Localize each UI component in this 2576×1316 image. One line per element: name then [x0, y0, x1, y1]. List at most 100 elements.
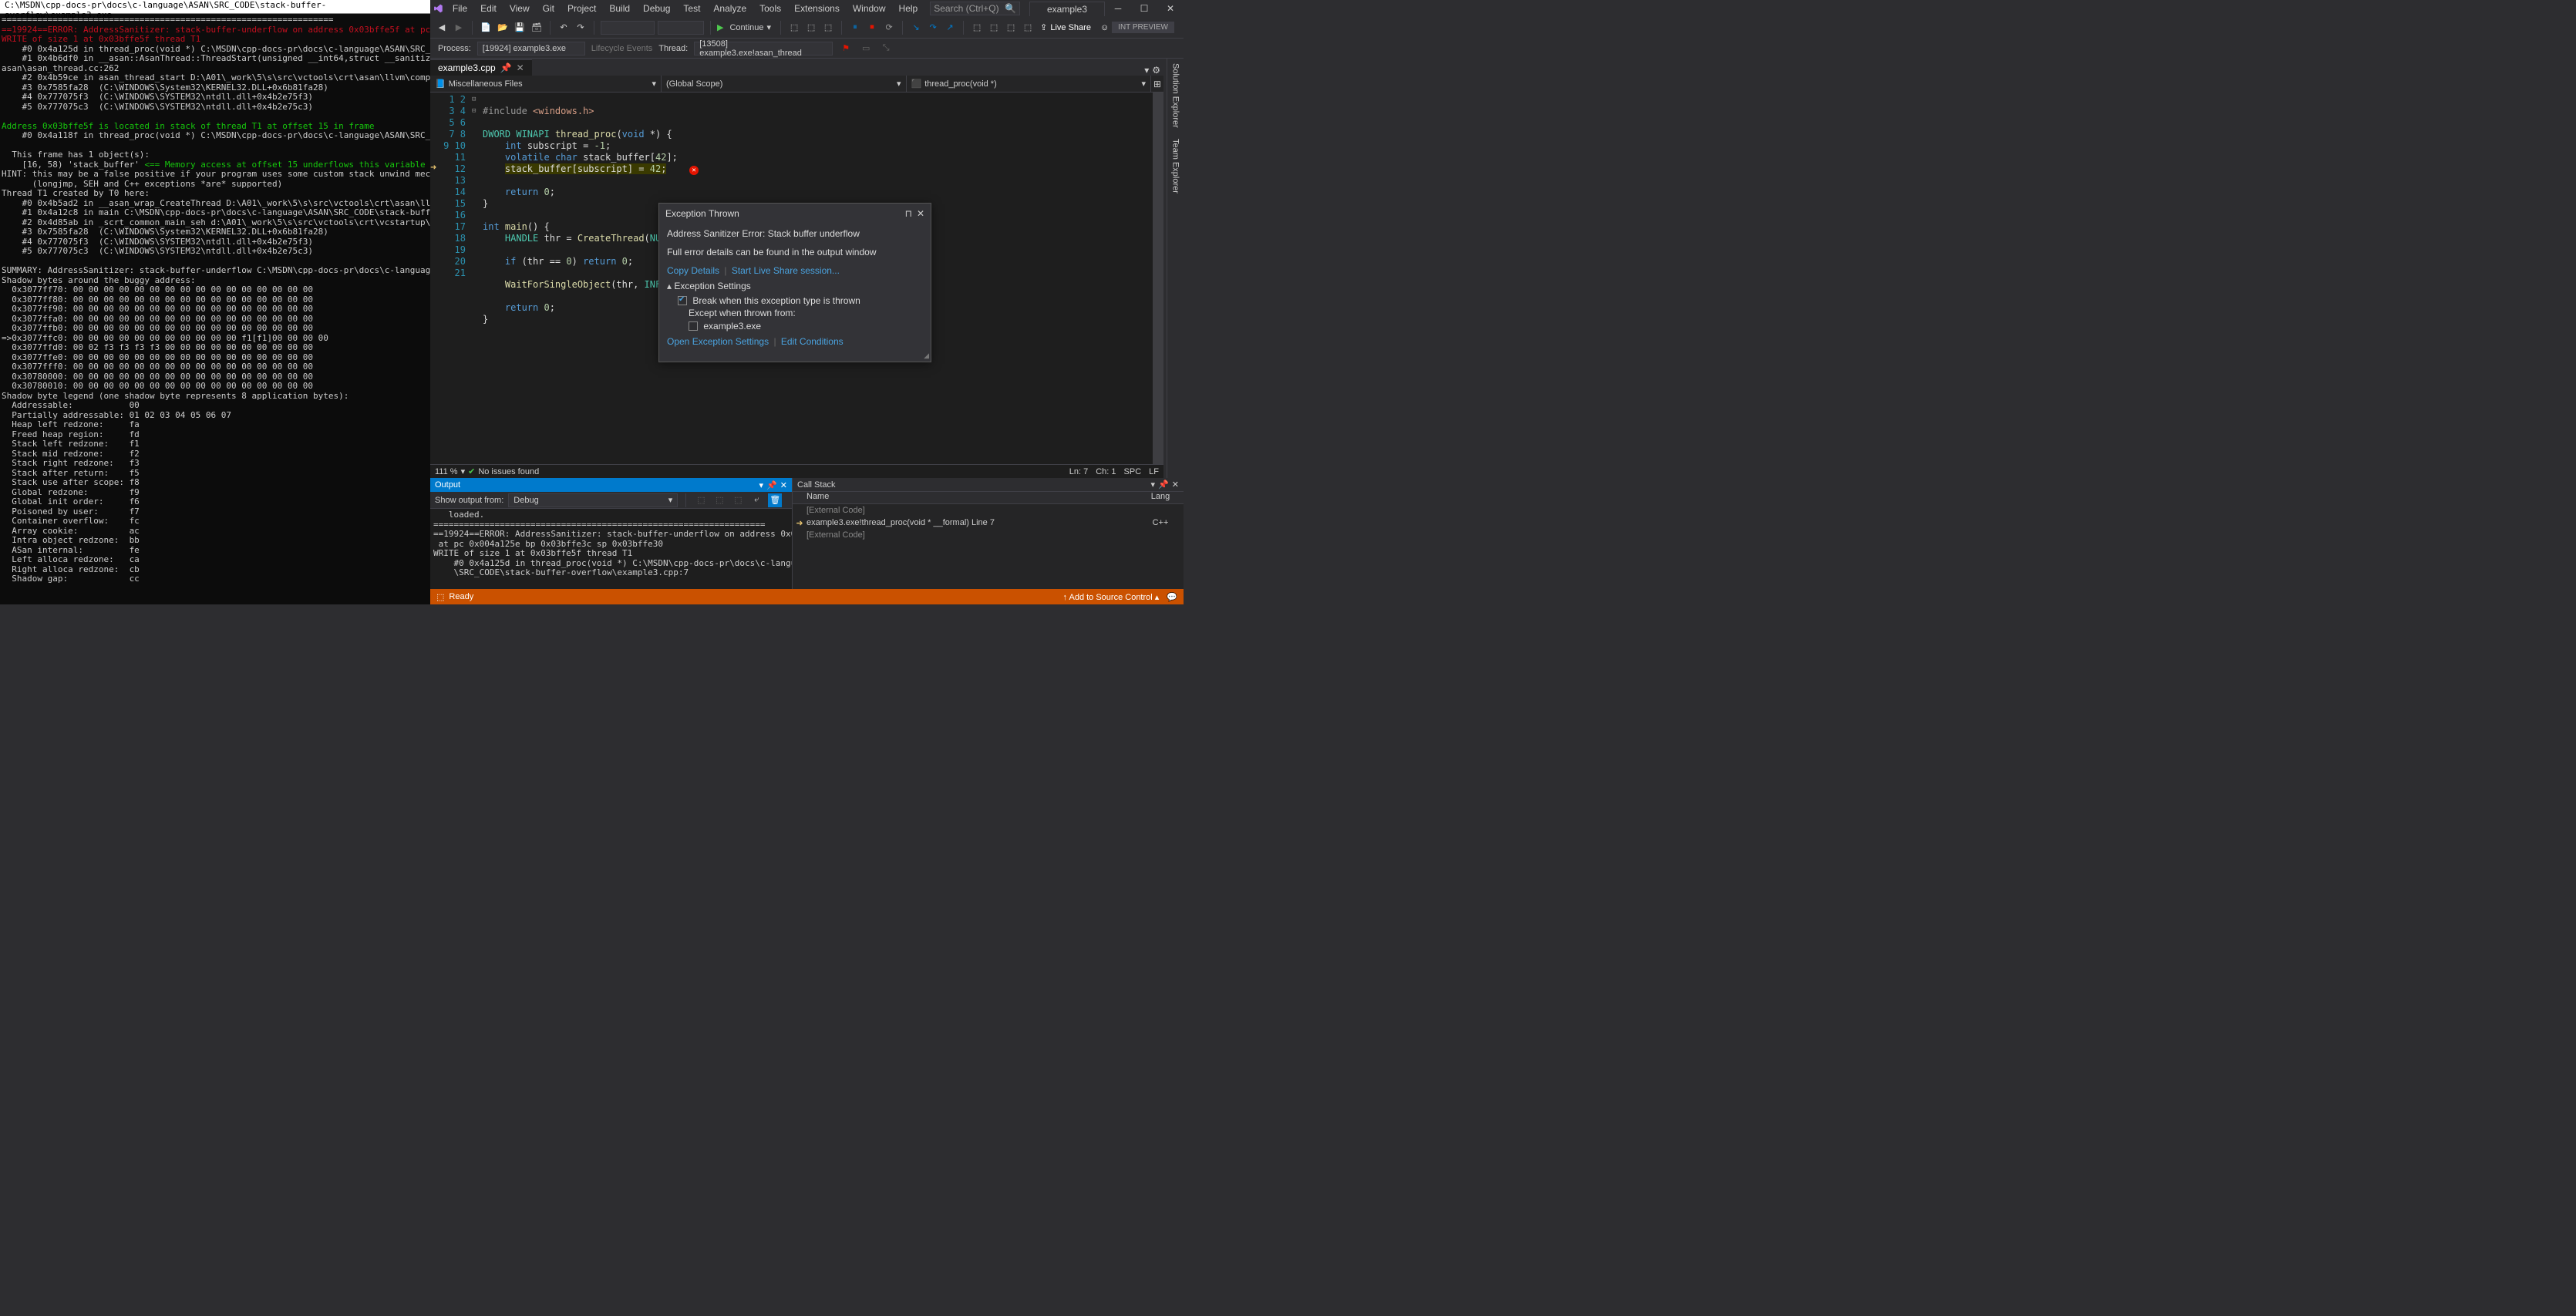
nav-member-combo[interactable]: ⬛ thread_proc(void *)▾ [907, 76, 1152, 92]
menu-tools[interactable]: Tools [753, 2, 787, 15]
restart-button[interactable]: ⟳ [882, 21, 896, 35]
open-button[interactable]: 📂 [496, 21, 510, 35]
new-button[interactable]: 📄 [479, 21, 493, 35]
close-button[interactable]: ✕ [1157, 0, 1184, 17]
output-clear-button[interactable]: 🗑 [768, 493, 782, 507]
solution-explorer-tab[interactable]: Solution Explorer [1170, 59, 1182, 133]
copy-details-link[interactable]: Copy Details [667, 265, 719, 276]
callstack-col-name[interactable]: Name [793, 492, 1137, 503]
close-icon[interactable]: ✕ [517, 62, 524, 73]
platform-combo[interactable] [658, 21, 704, 35]
output-body[interactable]: loaded. ================================… [430, 509, 792, 589]
console-green1: Address 0x03bffe5f is located in stack o… [2, 121, 374, 131]
minimize-button[interactable]: ─ [1105, 0, 1131, 17]
dbg-extra-3[interactable]: ⬚ [1004, 21, 1018, 35]
feedback-icon[interactable]: ☺ [1100, 23, 1109, 32]
module-checkbox[interactable] [689, 321, 698, 331]
step-out-button[interactable]: ↗ [943, 21, 957, 35]
edit-conditions-link[interactable]: Edit Conditions [781, 336, 844, 347]
dropdown-icon[interactable]: ▾ [759, 480, 764, 490]
nav-back-button[interactable]: ◀ [435, 21, 449, 35]
dbg-extra-4[interactable]: ⬚ [1021, 21, 1035, 35]
menu-debug[interactable]: Debug [637, 2, 676, 15]
menu-project[interactable]: Project [561, 2, 602, 15]
menu-analyze[interactable]: Analyze [707, 2, 753, 15]
menu-view[interactable]: View [503, 2, 536, 15]
close-icon[interactable]: ✕ [1172, 480, 1179, 490]
liveshare-link[interactable]: Start Live Share session... [732, 265, 840, 276]
saveall-button[interactable]: 🗃 [530, 21, 544, 35]
dbg-extra-2[interactable]: ⬚ [987, 21, 1001, 35]
thread-combo[interactable]: [13508] example3.exe!asan_thread [694, 42, 833, 56]
step-over-button[interactable]: ↷ [926, 21, 940, 35]
line-numbers: 1 2 3 4 5 6 7 8 9 10 11 12 13 14 15 16 1… [438, 93, 472, 464]
tab-dropdown-icon[interactable]: ▾ [1144, 65, 1149, 76]
callstack-row[interactable]: [External Code] [793, 529, 1184, 541]
resize-grip-icon[interactable]: ◢ [659, 352, 931, 362]
stackframe-btn[interactable]: ▭ [859, 42, 873, 56]
title-tab[interactable]: example3 [1029, 2, 1105, 16]
redo-button[interactable]: ↷ [574, 21, 588, 35]
collapse-icon[interactable]: ▴ [667, 281, 672, 291]
stop-button[interactable]: ⏹ [865, 21, 879, 35]
menu-file[interactable]: File [446, 2, 473, 15]
flag-icon[interactable]: ⚑ [839, 42, 853, 56]
exception-message: Address Sanitizer Error: Stack buffer un… [667, 228, 923, 239]
close-icon[interactable]: ✕ [917, 208, 924, 219]
output-btn-3[interactable]: ⬚ [731, 493, 745, 507]
menu-help[interactable]: Help [893, 2, 924, 15]
maximize-button[interactable]: ☐ [1131, 0, 1157, 17]
search-input[interactable]: Search (Ctrl+Q) 🔍 [930, 2, 1020, 15]
dropdown-icon[interactable]: ▾ [1151, 480, 1156, 490]
menu-test[interactable]: Test [677, 2, 706, 15]
output-btn-1[interactable]: ⬚ [694, 493, 708, 507]
config-combo[interactable] [601, 21, 655, 35]
dbg-btn-2[interactable]: ⬚ [804, 21, 818, 35]
menu-build[interactable]: Build [603, 2, 636, 15]
split-icon[interactable]: ⊞ [1151, 76, 1163, 92]
callstack-row[interactable]: [External Code] [793, 504, 1184, 517]
dbg-extra-1[interactable]: ⬚ [970, 21, 984, 35]
close-icon[interactable]: ✕ [780, 480, 787, 490]
menu-edit[interactable]: Edit [474, 2, 503, 15]
pause-button[interactable]: ⏸ [848, 21, 862, 35]
process-combo[interactable]: [19924] example3.exe [477, 42, 585, 56]
pin-icon[interactable]: 📌 [766, 480, 777, 490]
nav-fwd-button[interactable]: ▶ [452, 21, 466, 35]
team-explorer-tab[interactable]: Team Explorer [1170, 134, 1182, 198]
menu-extensions[interactable]: Extensions [788, 2, 846, 15]
output-wrap-button[interactable]: ⤶ [749, 493, 763, 507]
zoom-level[interactable]: 111 % [435, 467, 458, 476]
pin-icon[interactable]: 📌 [500, 62, 512, 73]
liveshare-button[interactable]: Live Share [1050, 23, 1091, 32]
tab-settings-icon[interactable]: ⚙ [1152, 65, 1160, 76]
zoom-dropdown-icon[interactable]: ▾ [461, 466, 466, 476]
menu-git[interactable]: Git [537, 2, 561, 15]
pin-icon[interactable]: ⊓ [905, 208, 912, 219]
nav-project-combo[interactable]: 📘 Miscellaneous Files▾ [430, 76, 662, 92]
break-checkbox[interactable] [678, 296, 687, 305]
lifecycle-events[interactable]: Lifecycle Events [591, 44, 652, 53]
callstack-row[interactable]: ➜example3.exe!thread_proc(void * __forma… [793, 517, 1184, 529]
step-into-button[interactable]: ↘ [909, 21, 923, 35]
editor-scrollbar[interactable] [1153, 93, 1163, 464]
thread-label: Thread: [658, 44, 688, 53]
pin-icon[interactable]: 📌 [1158, 480, 1169, 490]
tab-example3[interactable]: example3.cpp 📌 ✕ [430, 59, 532, 76]
output-btn-2[interactable]: ⬚ [712, 493, 726, 507]
nav-scope-combo[interactable]: (Global Scope)▾ [662, 76, 907, 92]
menu-window[interactable]: Window [847, 2, 892, 15]
continue-button[interactable]: Continue▾ [726, 21, 774, 35]
dbg-btn-1[interactable]: ⬚ [787, 21, 801, 35]
notifications-icon[interactable]: 💬 [1167, 592, 1177, 602]
save-button[interactable]: 💾 [513, 21, 527, 35]
issues-label[interactable]: No issues found [478, 467, 539, 476]
callstack-col-lang[interactable]: Lang [1137, 492, 1184, 503]
undo-button[interactable]: ↶ [557, 21, 571, 35]
output-source-combo[interactable]: Debug▾ [508, 493, 678, 507]
open-exception-settings-link[interactable]: Open Exception Settings [667, 336, 769, 347]
stackframe-btn2[interactable]: ⤡ [879, 42, 893, 56]
add-source-control-button[interactable]: ↑ Add to Source Control ▴ [1063, 592, 1160, 602]
dbg-btn-3[interactable]: ⬚ [821, 21, 835, 35]
show-from-label: Show output from: [435, 496, 503, 505]
